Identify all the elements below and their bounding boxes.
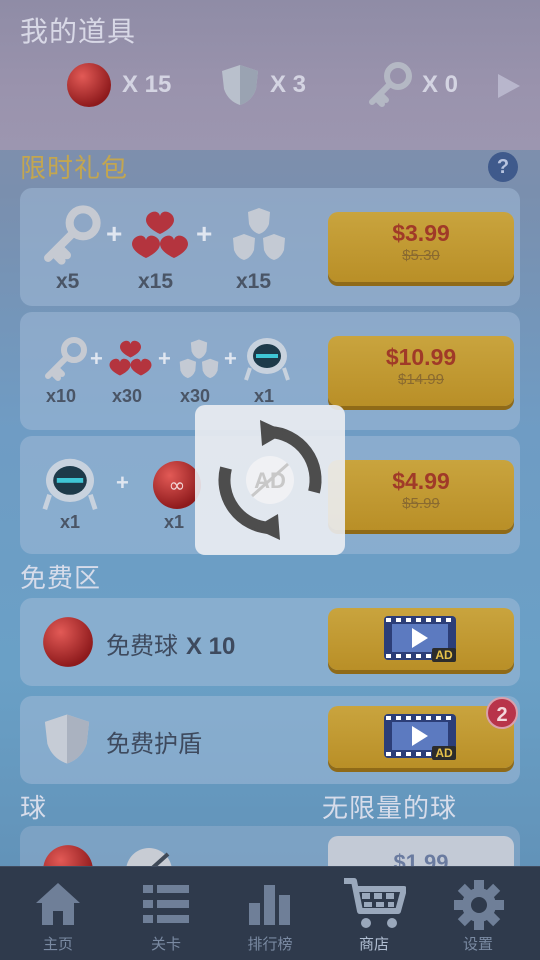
inventory-keys: X 0 — [366, 60, 458, 110]
unlimited-balls-title: 无限量的球 — [322, 794, 458, 824]
pack3-ball-qty: x1 — [164, 512, 185, 532]
clock-icon — [126, 848, 172, 866]
pack2-robot-qty: x1 — [254, 386, 275, 406]
tab-levels-label: 关卡 — [150, 935, 181, 953]
inventory-shields: X 3 — [220, 60, 306, 110]
pack3-old-price: $5.99 — [402, 495, 440, 512]
free-zone-title: 免费区 — [20, 564, 102, 594]
tab-shop-label: 商店 — [358, 935, 389, 953]
plus-sign: + — [158, 346, 171, 371]
pack1-price: $3.99 — [392, 220, 450, 246]
robot-icon — [244, 338, 290, 381]
list-icon — [143, 885, 189, 923]
tab-levels[interactable]: 关卡 — [112, 867, 220, 960]
ball-count: X 15 — [122, 71, 172, 98]
pack2-heart-qty: x30 — [112, 386, 143, 406]
free-shield-label: 免费护盾 — [106, 730, 202, 758]
buy-pack-3-button[interactable]: $4.99 $5.99 — [328, 460, 514, 530]
pack1-shield-qty: x15 — [236, 270, 272, 293]
home-icon — [36, 883, 80, 925]
svg-text:∞: ∞ — [169, 473, 186, 497]
pack2-old-price: $14.99 — [398, 371, 444, 388]
inventory-balls: X 15 — [66, 60, 171, 110]
shield-count: X 3 — [270, 71, 307, 98]
limited-offers-title: 限时礼包 — [20, 154, 129, 184]
tab-settings[interactable]: 设置 — [424, 867, 532, 960]
plus-sign: + — [106, 218, 123, 249]
shield-icon — [222, 65, 258, 105]
free-shield-card: 免费护盾 AD — [20, 696, 520, 784]
balls-card: $1.99 — [20, 826, 520, 866]
key-icon — [369, 62, 412, 107]
gear-icon — [454, 880, 504, 930]
tab-settings-label: 设置 — [462, 935, 493, 953]
pack3-price: $4.99 — [392, 468, 450, 494]
free-ball-card: 免费球 X 10 AD — [20, 598, 520, 686]
refresh-ad-icon: AD — [218, 420, 322, 540]
inventory-panel: 我的道具 X 15 X 3 X 0 — [0, 0, 540, 150]
offer-pack-1: x5 + x15 + x15 $3.99 $5.30 — [20, 188, 520, 306]
pack2-price: $10.99 — [385, 344, 457, 370]
free-ball-text: 免费球 — [106, 632, 178, 660]
key-count: X 0 — [422, 71, 459, 98]
ad-text: AD — [435, 746, 453, 760]
pack3-robot-qty: x1 — [60, 512, 81, 532]
free-ball-label: 免费球 X 10 — [106, 626, 235, 661]
inventory-next-arrow-icon[interactable] — [498, 74, 520, 98]
red-ball-icon — [43, 617, 93, 667]
key-icon — [44, 205, 101, 265]
plus-sign: + — [90, 346, 103, 371]
plus-sign: + — [196, 218, 213, 249]
pack1-key-qty: x5 — [56, 270, 80, 293]
free-ball-mult: X 10 — [186, 633, 236, 660]
tab-shop[interactable]: 商店 — [320, 867, 428, 960]
shield-icon — [44, 714, 90, 764]
pack1-heart-qty: x15 — [138, 270, 174, 293]
inventory-title: 我的道具 — [20, 15, 137, 48]
tab-home-label: 主页 — [42, 935, 73, 953]
cart-icon — [344, 878, 406, 928]
plus-sign: + — [116, 470, 129, 495]
hearts-icon — [132, 211, 188, 258]
help-button[interactable]: ? — [488, 152, 518, 182]
robot-icon — [42, 458, 98, 510]
bottom-tab-bar: 主页 关卡 排行榜 商店 设置 — [0, 866, 540, 960]
plus-sign: + — [224, 346, 237, 371]
tab-home[interactable]: 主页 — [4, 867, 112, 960]
red-ball-icon — [43, 845, 93, 866]
buy-pack-2-button[interactable]: $10.99 $14.99 — [328, 336, 514, 406]
pack2-shield-qty: x30 — [180, 386, 211, 406]
tab-leaderboard[interactable]: 排行榜 — [216, 867, 324, 960]
pack2-key-qty: x10 — [46, 386, 77, 406]
shields-icon — [233, 208, 285, 260]
ad-video-icon: AD — [384, 616, 456, 662]
buy-unlimited-balls-button[interactable]: $1.99 — [328, 836, 514, 866]
ad-video-icon: AD — [384, 714, 456, 760]
watch-ad-free-ball-button[interactable]: AD — [328, 608, 514, 670]
ad-loading-overlay: AD — [195, 405, 345, 555]
leaderboard-icon — [249, 885, 290, 925]
red-ball-icon — [67, 63, 111, 107]
tab-leaderboard-label: 排行榜 — [247, 935, 293, 953]
ad-text: AD — [435, 648, 453, 662]
pack1-old-price: $5.30 — [402, 247, 440, 264]
key-icon — [45, 337, 87, 381]
shields-icon — [179, 339, 219, 379]
notification-badge: 2 — [486, 697, 518, 729]
balls-title: 球 — [20, 794, 48, 824]
buy-pack-1-button[interactable]: $3.99 $5.30 — [328, 212, 514, 282]
hearts-icon — [109, 340, 152, 376]
